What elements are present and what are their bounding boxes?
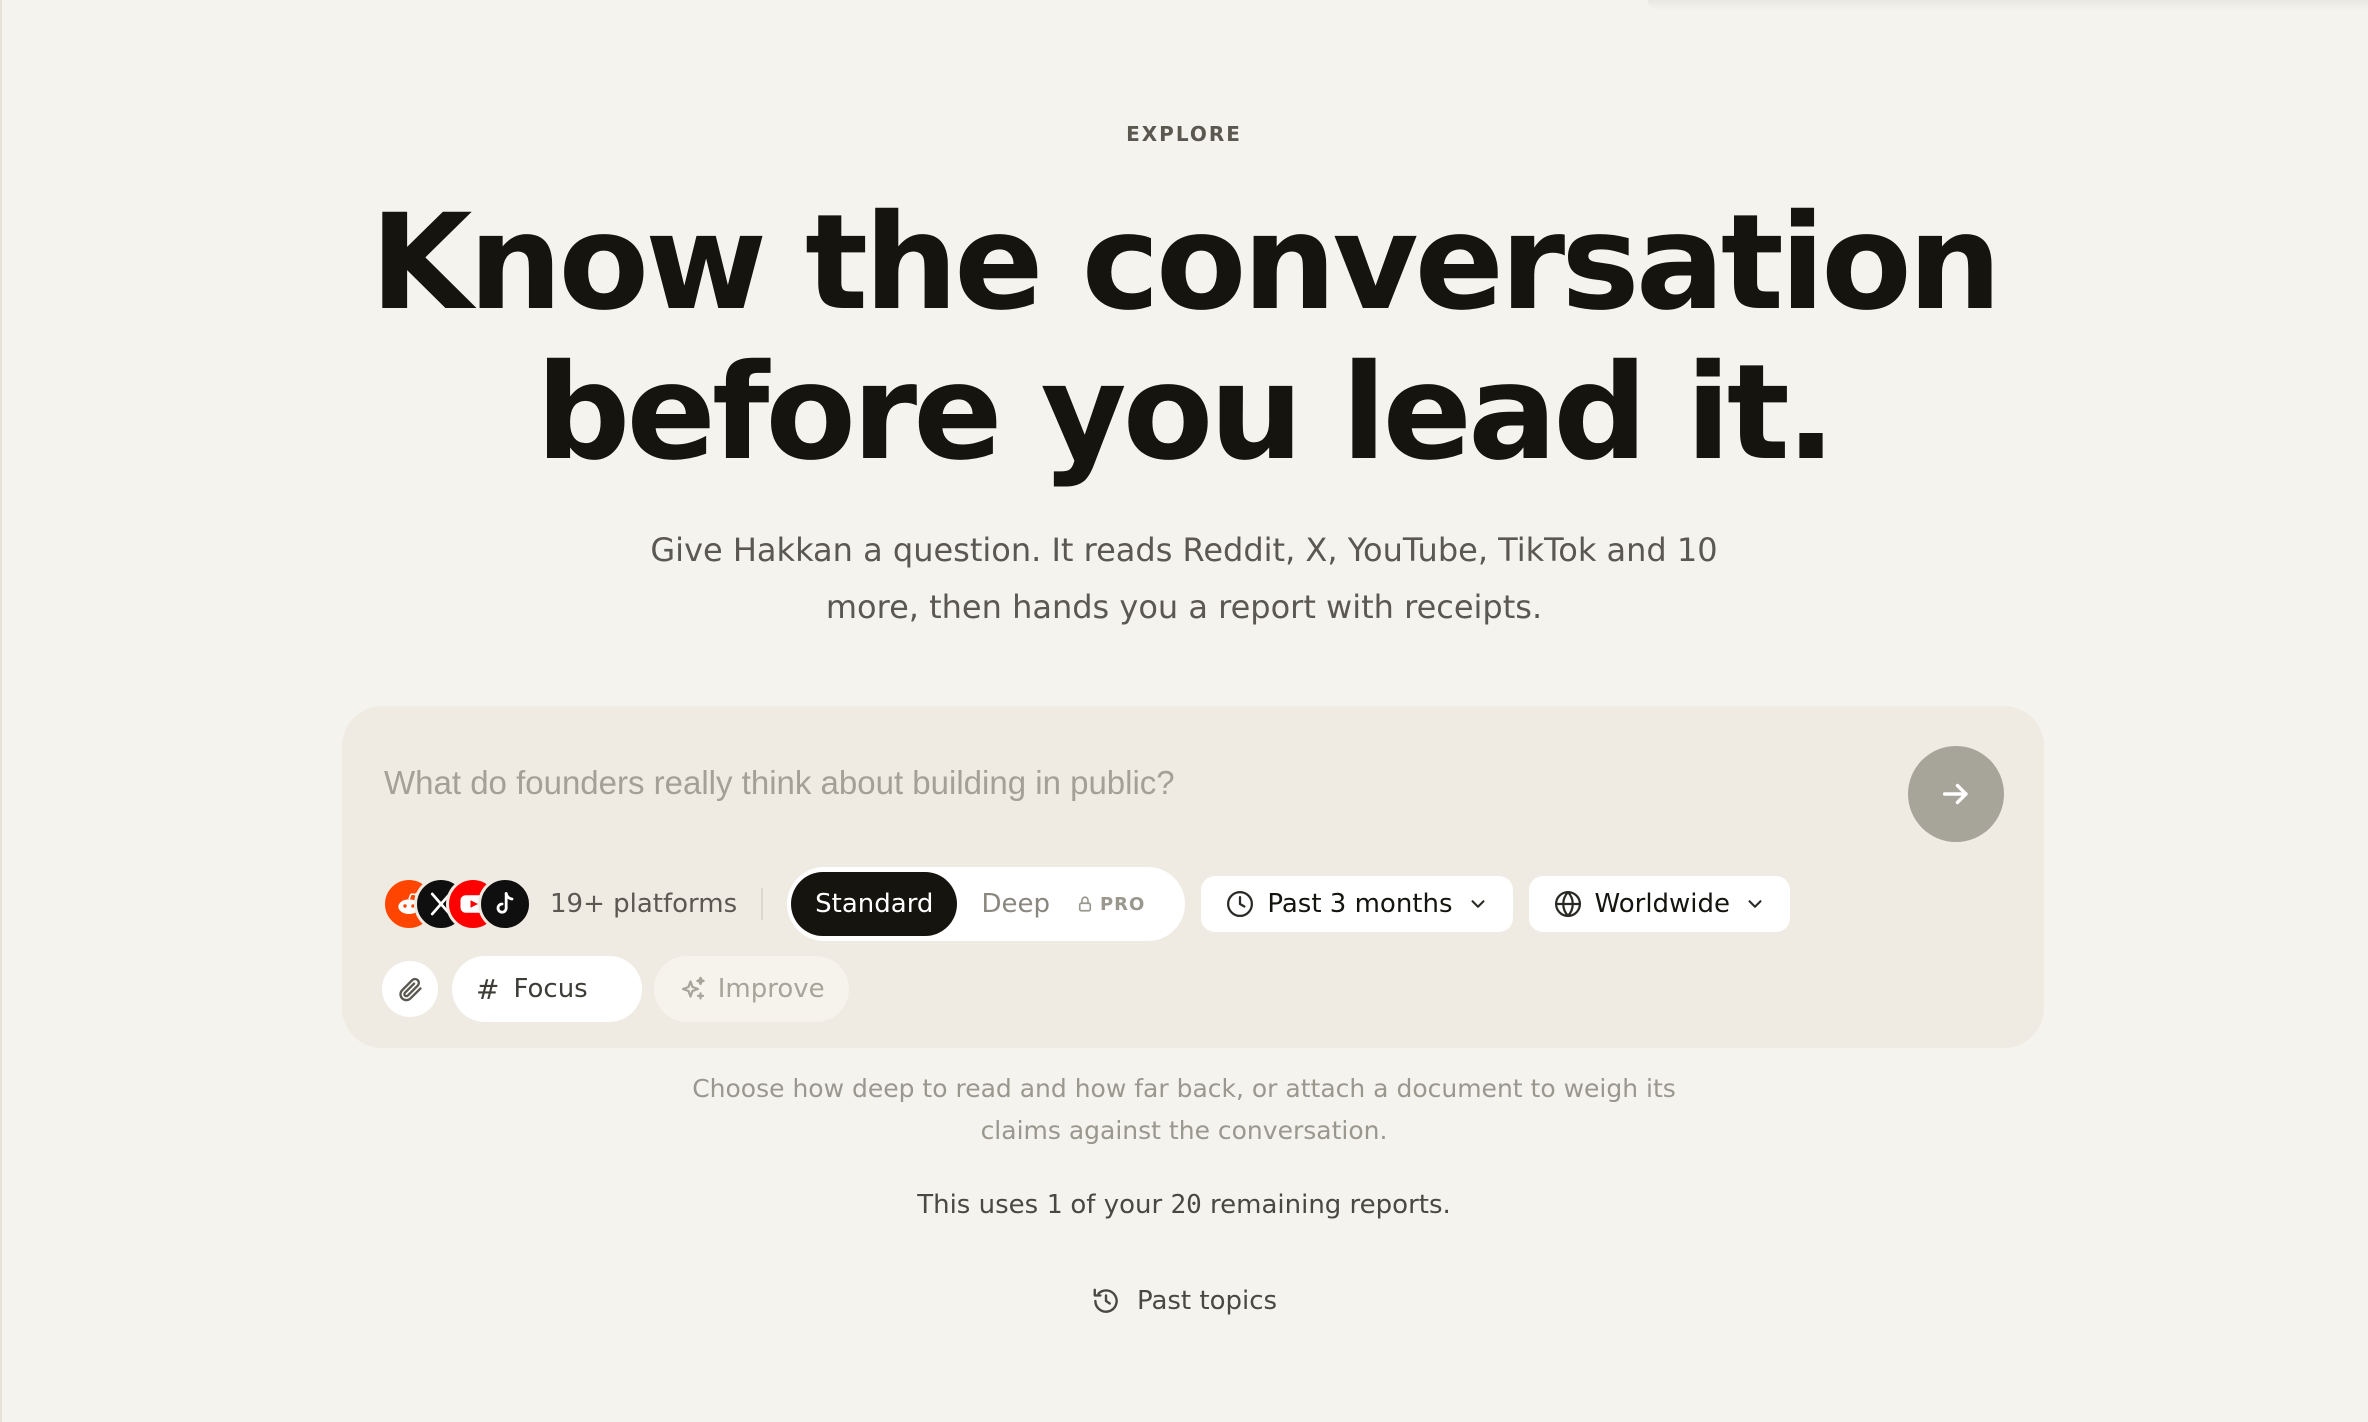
hash-icon: #	[476, 972, 500, 1006]
options-row: 19+ platforms Standard Deep PRO Past 3 m…	[382, 866, 1791, 942]
attach-button[interactable]	[382, 961, 438, 1017]
helper-text: Choose how deep to read and how far back…	[0, 1068, 2368, 1152]
region-dropdown[interactable]: Worldwide	[1528, 876, 1791, 932]
eyebrow-label: EXPLORE	[1126, 122, 1242, 146]
depth-mode-toggle: Standard Deep PRO	[787, 867, 1186, 941]
past-topics-container: Past topics	[0, 1286, 2368, 1316]
lock-icon	[1078, 896, 1092, 912]
helper-text-line-1: Choose how deep to read and how far back…	[692, 1074, 1676, 1103]
region-value: Worldwide	[1594, 889, 1731, 919]
page-subtitle-line-1: Give Hakkan a question. It reads Reddit,…	[650, 531, 1718, 569]
improve-label: Improve	[717, 974, 825, 1004]
mode-deep-button[interactable]: Deep PRO	[957, 872, 1181, 936]
page-subtitle: Give Hakkan a question. It reads Reddit,…	[0, 522, 2368, 636]
time-range-value: Past 3 months	[1267, 889, 1453, 919]
clock-icon	[1225, 889, 1255, 919]
usage-used-count: 1	[1046, 1190, 1063, 1220]
past-topics-label: Past topics	[1136, 1286, 1278, 1316]
query-input[interactable]	[382, 752, 1886, 814]
history-icon	[1093, 1288, 1118, 1313]
mode-deep-label: Deep	[981, 889, 1050, 919]
pro-badge: PRO	[1076, 894, 1145, 915]
usage-remaining-count: 20	[1170, 1190, 1202, 1220]
chevron-down-icon	[1467, 893, 1489, 915]
past-topics-link[interactable]: Past topics	[1091, 1286, 1277, 1316]
sparkles-icon	[681, 976, 705, 1000]
mode-standard-button[interactable]: Standard	[791, 872, 958, 936]
tools-row: # Focus Improve	[382, 956, 849, 1022]
pro-label: PRO	[1099, 893, 1146, 915]
query-composer: 19+ platforms Standard Deep PRO	[342, 706, 2044, 1048]
send-button[interactable]	[1908, 746, 2004, 842]
focus-label: Focus	[513, 974, 588, 1004]
paperclip-icon	[399, 977, 422, 1002]
chevron-down-icon	[1744, 893, 1766, 915]
top-panel-shadow	[1648, 0, 2368, 10]
platform-avatars[interactable]	[382, 877, 532, 931]
globe-icon	[1553, 889, 1583, 919]
options-divider	[761, 888, 764, 920]
usage-text: This uses 1 of your 20 remaining reports…	[0, 1190, 2368, 1220]
page-title: Know the conversation before you lead it…	[0, 188, 2368, 488]
page-title-line-2: before you lead it.	[535, 336, 1836, 490]
platform-count[interactable]: 19+ platforms	[550, 889, 737, 919]
improve-button[interactable]: Improve	[653, 956, 849, 1022]
page-title-line-1: Know the conversation	[370, 186, 2002, 340]
arrow-right-icon	[1942, 783, 1968, 805]
helper-text-line-2: claims against the conversation.	[980, 1116, 1388, 1145]
time-range-dropdown[interactable]: Past 3 months	[1201, 876, 1513, 932]
usage-suffix: remaining reports.	[1201, 1190, 1451, 1220]
usage-prefix: This uses	[917, 1190, 1047, 1220]
usage-middle: of your	[1062, 1190, 1171, 1220]
tiktok-icon	[478, 877, 532, 931]
page-subtitle-line-2: more, then hands you a report with recei…	[825, 588, 1543, 626]
focus-button[interactable]: # Focus	[452, 956, 642, 1022]
